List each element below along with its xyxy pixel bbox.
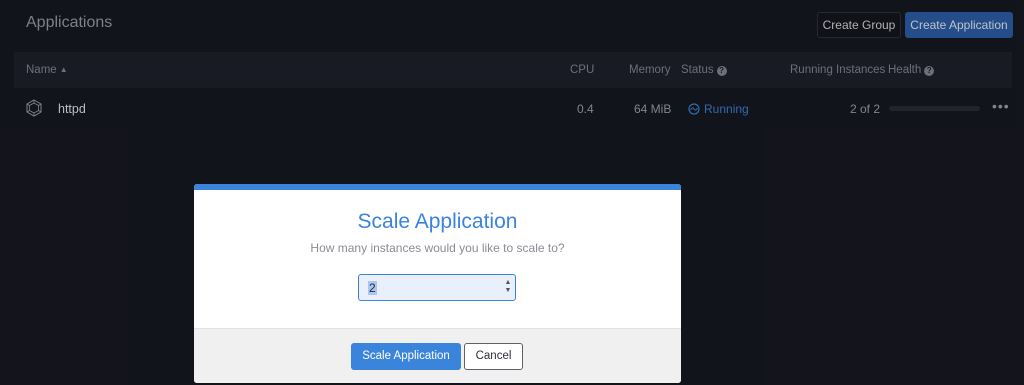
modal-accent-bar	[194, 184, 681, 190]
page: Applications Create Group Create Applica…	[0, 0, 1024, 385]
instances-input-value: 2	[368, 281, 377, 295]
modal-subtitle: How many instances would you like to sca…	[310, 241, 565, 255]
cancel-button[interactable]: Cancel	[464, 343, 523, 370]
modal-title: Scale Application	[357, 210, 518, 233]
modal-footer: Scale Application Cancel	[194, 328, 681, 383]
instances-input[interactable]	[358, 274, 516, 301]
scale-application-button[interactable]: Scale Application	[351, 343, 461, 370]
scale-application-dialog: Scale Application How many instances wou…	[194, 184, 681, 383]
stepper-icon[interactable]: ▲ ▼	[504, 279, 512, 295]
